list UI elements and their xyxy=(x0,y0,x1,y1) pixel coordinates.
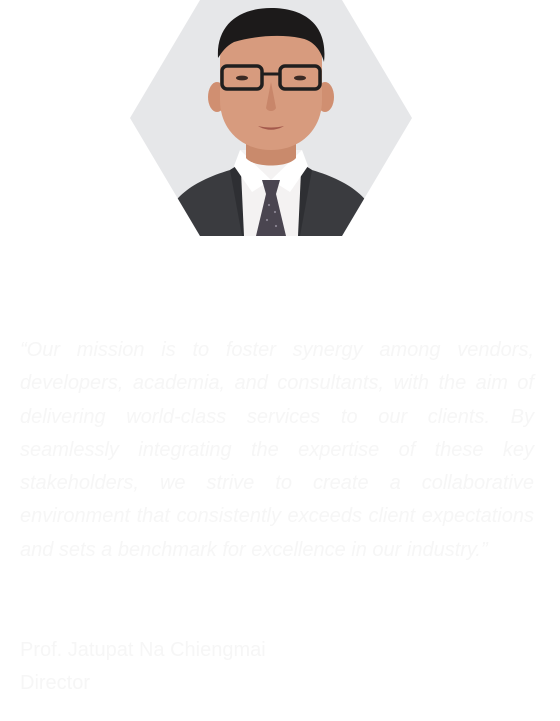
director-portrait-image xyxy=(130,0,412,236)
mission-quote-text: Our mission is to foster synergy among v… xyxy=(20,339,534,561)
leadership-quote-section: “Our mission is to foster synergy among … xyxy=(0,0,560,721)
quote-attribution: Prof. Jatupat Na Chiengmai Director xyxy=(20,634,534,700)
person-name: Prof. Jatupat Na Chiengmai xyxy=(20,639,266,661)
quote-open-mark: “ xyxy=(20,339,27,361)
person-title: Director xyxy=(20,672,91,694)
quote-close-mark: ” xyxy=(480,538,488,561)
portrait-frame xyxy=(130,0,412,236)
mission-quote: “Our mission is to foster synergy among … xyxy=(20,334,534,567)
